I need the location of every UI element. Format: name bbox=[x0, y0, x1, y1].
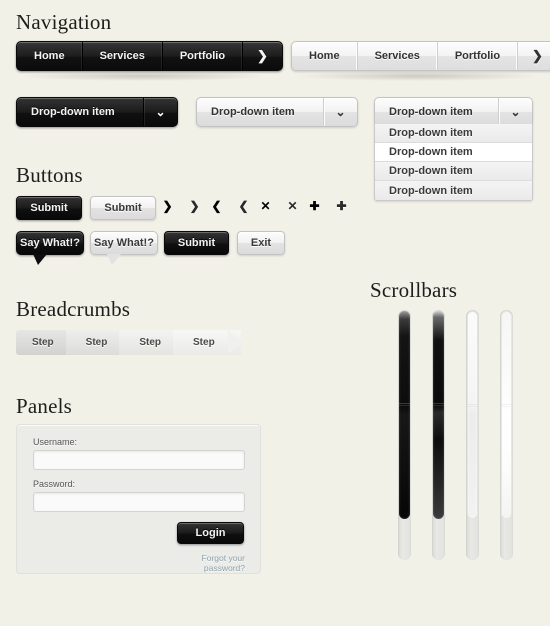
chevron-right-icon-button-dark[interactable]: ❯ bbox=[157, 195, 178, 216]
scrollbar-thumb[interactable] bbox=[501, 311, 512, 519]
close-icon-button-dark[interactable]: ✕ bbox=[255, 195, 276, 216]
scrollbar-dark-1[interactable] bbox=[398, 310, 411, 560]
chevron-left-icon-button-plain[interactable]: ❮ bbox=[233, 195, 254, 216]
chevron-right-icon-light[interactable]: ❯ bbox=[518, 42, 550, 70]
page-title-panels: Panels bbox=[16, 394, 73, 418]
plus-icon-button-dark[interactable]: ✚ bbox=[304, 195, 325, 216]
nav-item-home-light[interactable]: Home bbox=[292, 42, 358, 70]
dropdown-light-label: Drop-down item bbox=[211, 106, 295, 118]
username-input[interactable] bbox=[33, 450, 245, 470]
username-label: Username: bbox=[33, 437, 78, 447]
dropdown-menu-item[interactable]: Drop-down item bbox=[375, 162, 532, 181]
dropdown-open-trigger[interactable]: Drop-down item ⌄ bbox=[374, 97, 533, 127]
dropdown-dark-label: Drop-down item bbox=[31, 106, 115, 118]
exit-button[interactable]: Exit bbox=[237, 231, 285, 255]
breadcrumb-step[interactable]: Step bbox=[173, 330, 242, 355]
scrollbar-grip bbox=[399, 403, 410, 406]
dropdown-dark[interactable]: Drop-down item ⌄ bbox=[16, 97, 178, 127]
chevron-right-icon-button-plain[interactable]: ❯ bbox=[184, 195, 205, 216]
close-icon-button-plain[interactable]: ✕ bbox=[282, 195, 303, 216]
navbar-dark-shadow bbox=[22, 71, 264, 81]
say-what-button-light[interactable]: Say What!? bbox=[90, 231, 158, 265]
dropdown-menu-item[interactable]: Drop-down item bbox=[375, 124, 532, 143]
say-what-button-dark[interactable]: Say What!? bbox=[16, 231, 84, 265]
scrollbar-light-1[interactable] bbox=[466, 310, 479, 560]
login-button[interactable]: Login bbox=[177, 522, 244, 544]
scrollbar-dark-2[interactable] bbox=[432, 310, 445, 560]
password-label: Password: bbox=[33, 479, 76, 489]
chevron-right-icon[interactable]: ❯ bbox=[243, 42, 282, 70]
chevron-left-icon-button-dark[interactable]: ❮ bbox=[206, 195, 227, 216]
scrollbar-grip bbox=[468, 404, 477, 407]
chevron-down-icon-light[interactable]: ⌄ bbox=[323, 98, 357, 126]
scrollbar-grip bbox=[502, 404, 511, 407]
scrollbar-thumb[interactable] bbox=[467, 311, 478, 519]
navbar-dark[interactable]: Home Services Portfolio ❯ bbox=[16, 41, 283, 71]
scrollbar-thumb[interactable] bbox=[433, 311, 444, 519]
nav-item-portfolio[interactable]: Portfolio bbox=[163, 42, 244, 70]
dropdown-open-label: Drop-down item bbox=[389, 106, 473, 118]
navbar-light[interactable]: Home Services Portfolio ❯ bbox=[291, 41, 550, 71]
submit-button-light[interactable]: Submit bbox=[90, 196, 156, 220]
breadcrumb[interactable]: Step Step Step Step bbox=[16, 330, 242, 355]
page-title-buttons: Buttons bbox=[16, 163, 83, 187]
chevron-down-icon[interactable]: ⌄ bbox=[143, 98, 177, 126]
submit-button-dark[interactable]: Submit bbox=[16, 196, 82, 220]
plus-icon-button-plain[interactable]: ✚ bbox=[331, 195, 352, 216]
nav-item-services[interactable]: Services bbox=[83, 42, 163, 70]
ui-kit-page: Navigation Home Services Portfolio ❯ Hom… bbox=[0, 0, 550, 626]
forgot-password-link[interactable]: Forgot your password? bbox=[163, 553, 245, 573]
page-title-breadcrumbs: Breadcrumbs bbox=[16, 297, 131, 321]
dropdown-menu-item-active[interactable]: Drop-down item bbox=[375, 143, 532, 162]
nav-item-portfolio-light[interactable]: Portfolio bbox=[438, 42, 519, 70]
chevron-down-icon-open[interactable]: ⌄ bbox=[498, 98, 532, 126]
dropdown-menu-item[interactable]: Drop-down item bbox=[375, 181, 532, 200]
nav-item-services-light[interactable]: Services bbox=[358, 42, 438, 70]
page-title-scrollbars: Scrollbars bbox=[370, 278, 458, 302]
scrollbar-grip bbox=[433, 403, 444, 406]
submit-button-row2[interactable]: Submit bbox=[164, 231, 229, 255]
scrollbar-light-2[interactable] bbox=[500, 310, 513, 560]
dropdown-menu[interactable]: Drop-down item Drop-down item Drop-down … bbox=[374, 124, 533, 201]
password-input[interactable] bbox=[33, 492, 245, 512]
nav-item-home[interactable]: Home bbox=[17, 42, 83, 70]
dropdown-light[interactable]: Drop-down item ⌄ bbox=[196, 97, 358, 127]
navbar-light-shadow bbox=[297, 71, 539, 81]
page-title-navigation: Navigation bbox=[16, 10, 112, 34]
scrollbar-thumb[interactable] bbox=[399, 311, 410, 519]
